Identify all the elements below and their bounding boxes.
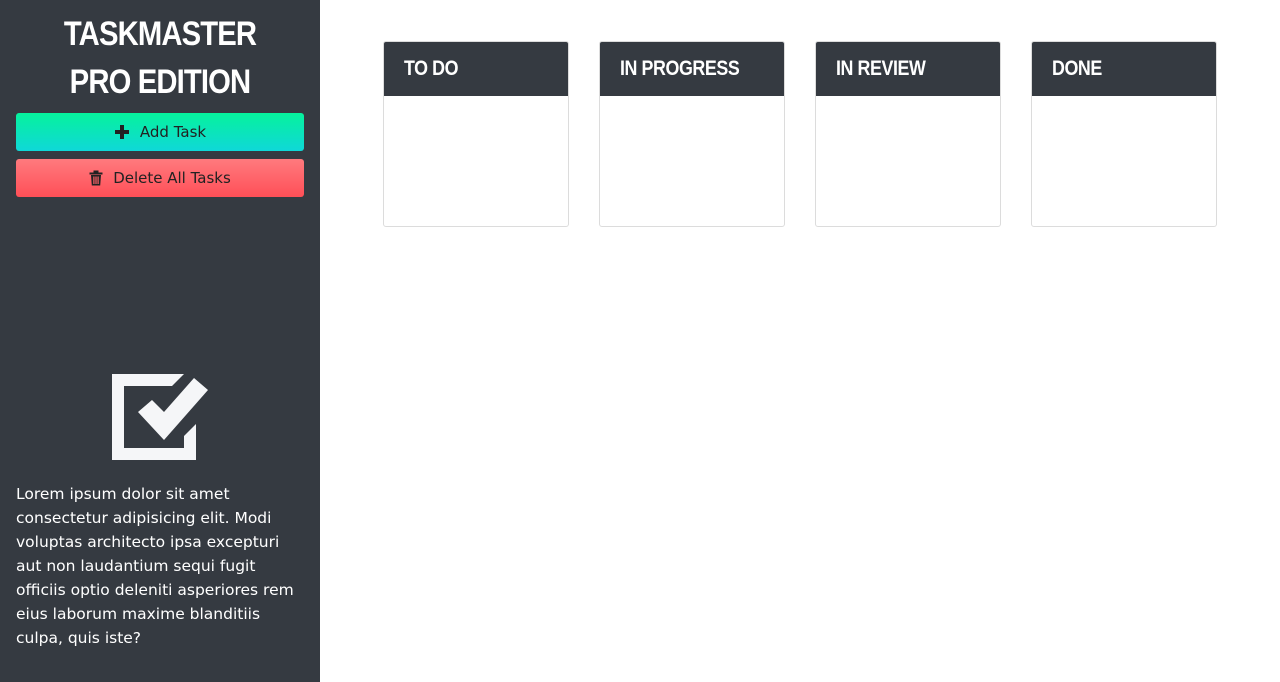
column-header: IN REVIEW: [816, 42, 1000, 96]
column-drop-zone[interactable]: [384, 96, 568, 226]
column-header: TO DO: [384, 42, 568, 96]
app-title: TASKMASTER PRO EDITION: [63, 15, 257, 101]
column-todo: TO DO: [383, 41, 569, 227]
column-title: TO DO: [404, 57, 459, 80]
app-root: TASKMASTER PRO EDITION Add Task Delete A…: [0, 0, 1280, 682]
delete-all-tasks-label: Delete All Tasks: [113, 169, 231, 187]
plus-icon: [114, 124, 130, 140]
add-task-button[interactable]: Add Task: [16, 113, 304, 151]
column-drop-zone[interactable]: [816, 96, 1000, 226]
column-header: DONE: [1032, 42, 1216, 96]
app-description: Lorem ipsum dolor sit amet consectetur a…: [16, 485, 294, 647]
column-title: IN REVIEW: [836, 57, 926, 80]
delete-all-tasks-button[interactable]: Delete All Tasks: [16, 159, 304, 197]
column-in-progress: IN PROGRESS: [599, 41, 785, 227]
kanban-board: TO DO IN PROGRESS IN REVIEW DONE: [320, 0, 1280, 682]
column-done: DONE: [1031, 41, 1217, 227]
sidebar: TASKMASTER PRO EDITION Add Task Delete A…: [0, 0, 320, 682]
column-title: DONE: [1052, 57, 1102, 80]
column-drop-zone[interactable]: [1032, 96, 1216, 226]
trash-icon: [89, 170, 103, 186]
column-header: IN PROGRESS: [600, 42, 784, 96]
column-title: IN PROGRESS: [620, 57, 740, 80]
column-in-review: IN REVIEW: [815, 41, 1001, 227]
checkbox-checked-icon: [112, 374, 208, 460]
add-task-label: Add Task: [139, 123, 207, 141]
column-drop-zone[interactable]: [600, 96, 784, 226]
